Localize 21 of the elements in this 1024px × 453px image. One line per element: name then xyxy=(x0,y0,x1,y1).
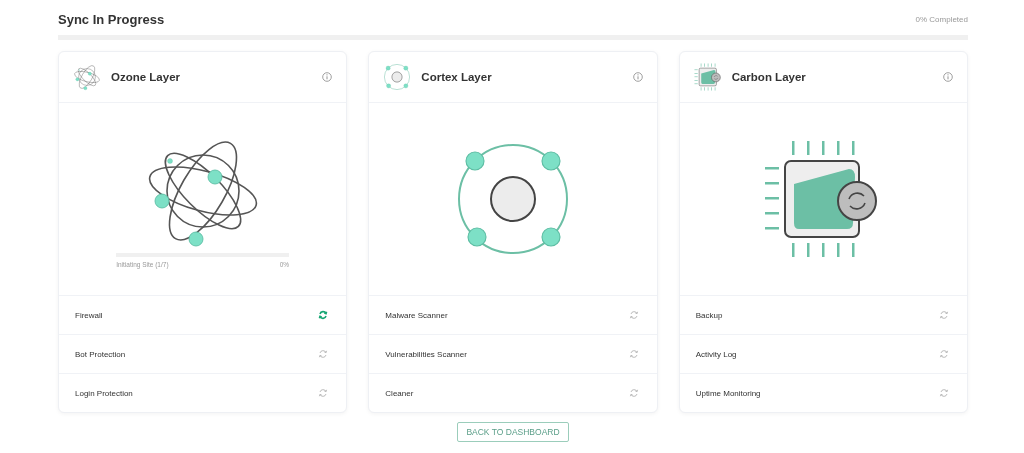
task-label: Backup xyxy=(695,310,723,320)
info-icon[interactable] xyxy=(322,72,333,82)
task-label: Login Protection xyxy=(75,388,133,398)
card-title: Ozone Layer xyxy=(111,71,182,83)
task-label: Uptime Monitoring xyxy=(695,388,761,398)
orbit-icon xyxy=(383,63,412,91)
info-icon[interactable] xyxy=(632,72,643,82)
completion-status: 0% Completed xyxy=(915,15,968,24)
task-label: Firewall xyxy=(75,310,103,320)
card-title: Carbon Layer xyxy=(731,71,807,83)
page-title: Sync In Progress xyxy=(58,12,165,27)
atom-icon xyxy=(73,63,101,91)
task-label: Malware Scanner xyxy=(385,310,448,320)
task-label: Bot Protection xyxy=(75,349,126,359)
task-label: Cleaner xyxy=(385,388,414,398)
chip-icon xyxy=(693,63,722,91)
task-label: Activity Log xyxy=(695,349,737,359)
info-icon[interactable] xyxy=(943,72,953,82)
back-to-dashboard-button[interactable]: BACK TO DASHBOARD xyxy=(457,422,569,442)
card-title: Cortex Layer xyxy=(421,71,493,83)
task-label: Vulnerabilities Scanner xyxy=(385,349,467,359)
